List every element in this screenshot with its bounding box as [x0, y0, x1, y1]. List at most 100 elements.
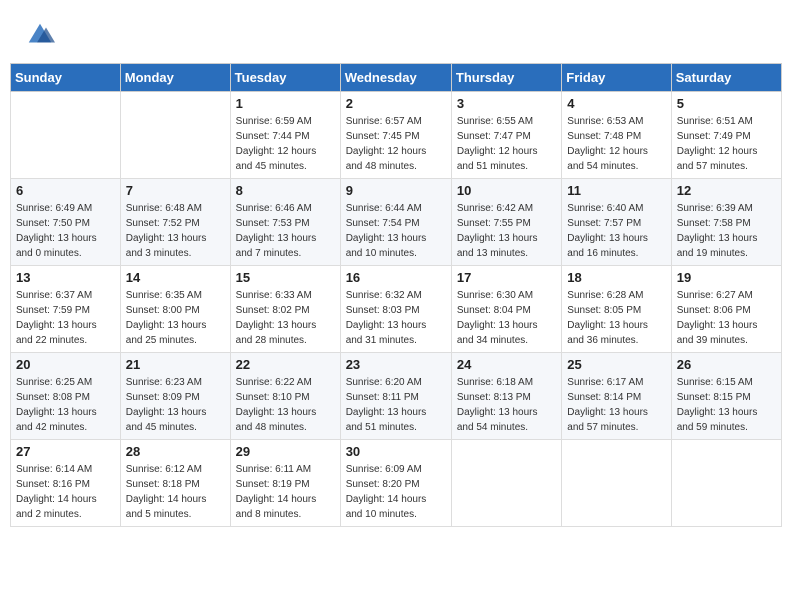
day-number: 4 — [567, 96, 665, 111]
day-info: Sunrise: 6:39 AM Sunset: 7:58 PM Dayligh… — [677, 201, 776, 261]
calendar-week-row: 27 Sunrise: 6:14 AM Sunset: 8:16 PM Dayli… — [11, 440, 782, 527]
calendar-cell: 17 Sunrise: 6:30 AM Sunset: 8:04 PM Dayli… — [451, 266, 561, 353]
day-info: Sunrise: 6:59 AM Sunset: 7:44 PM Dayligh… — [236, 114, 335, 174]
day-info: Sunrise: 6:23 AM Sunset: 8:09 PM Dayligh… — [126, 375, 225, 435]
weekday-header-friday: Friday — [562, 64, 671, 92]
day-number: 14 — [126, 270, 225, 285]
calendar-cell: 6 Sunrise: 6:49 AM Sunset: 7:50 PM Daylig… — [11, 179, 121, 266]
day-info: Sunrise: 6:57 AM Sunset: 7:45 PM Dayligh… — [346, 114, 446, 174]
calendar-cell: 14 Sunrise: 6:35 AM Sunset: 8:00 PM Dayli… — [120, 266, 230, 353]
day-number: 28 — [126, 444, 225, 459]
day-number: 5 — [677, 96, 776, 111]
weekday-header-wednesday: Wednesday — [340, 64, 451, 92]
calendar-cell: 8 Sunrise: 6:46 AM Sunset: 7:53 PM Daylig… — [230, 179, 340, 266]
day-number: 22 — [236, 357, 335, 372]
logo — [25, 20, 59, 50]
weekday-header-thursday: Thursday — [451, 64, 561, 92]
day-number: 3 — [457, 96, 556, 111]
day-number: 10 — [457, 183, 556, 198]
day-info: Sunrise: 6:14 AM Sunset: 8:16 PM Dayligh… — [16, 462, 115, 522]
weekday-header-sunday: Sunday — [11, 64, 121, 92]
calendar-cell: 2 Sunrise: 6:57 AM Sunset: 7:45 PM Daylig… — [340, 92, 451, 179]
day-number: 8 — [236, 183, 335, 198]
calendar-cell: 30 Sunrise: 6:09 AM Sunset: 8:20 PM Dayli… — [340, 440, 451, 527]
day-info: Sunrise: 6:25 AM Sunset: 8:08 PM Dayligh… — [16, 375, 115, 435]
day-info: Sunrise: 6:18 AM Sunset: 8:13 PM Dayligh… — [457, 375, 556, 435]
calendar-week-row: 20Sunrise: 6:25 AM Sunset: 8:08 PM Dayli… — [11, 353, 782, 440]
calendar-cell: 20Sunrise: 6:25 AM Sunset: 8:08 PM Dayli… — [11, 353, 121, 440]
calendar-cell: 3 Sunrise: 6:55 AM Sunset: 7:47 PM Daylig… — [451, 92, 561, 179]
day-info: Sunrise: 6:11 AM Sunset: 8:19 PM Dayligh… — [236, 462, 335, 522]
day-info: Sunrise: 6:28 AM Sunset: 8:05 PM Dayligh… — [567, 288, 665, 348]
day-number: 17 — [457, 270, 556, 285]
day-number: 11 — [567, 183, 665, 198]
day-number: 30 — [346, 444, 446, 459]
day-number: 15 — [236, 270, 335, 285]
calendar-cell: 12 Sunrise: 6:39 AM Sunset: 7:58 PM Dayli… — [671, 179, 781, 266]
header — [10, 10, 782, 55]
day-number: 21 — [126, 357, 225, 372]
day-number: 12 — [677, 183, 776, 198]
day-info: Sunrise: 6:09 AM Sunset: 8:20 PM Dayligh… — [346, 462, 446, 522]
day-number: 16 — [346, 270, 446, 285]
day-number: 2 — [346, 96, 446, 111]
day-number: 9 — [346, 183, 446, 198]
calendar-cell: 25 Sunrise: 6:17 AM Sunset: 8:14 PM Dayli… — [562, 353, 671, 440]
day-number: 7 — [126, 183, 225, 198]
calendar-cell: 4 Sunrise: 6:53 AM Sunset: 7:48 PM Daylig… — [562, 92, 671, 179]
calendar-cell: 19 Sunrise: 6:27 AM Sunset: 8:06 PM Dayli… — [671, 266, 781, 353]
day-info: Sunrise: 6:55 AM Sunset: 7:47 PM Dayligh… — [457, 114, 556, 174]
calendar-cell: 22Sunrise: 6:22 AM Sunset: 8:10 PM Dayli… — [230, 353, 340, 440]
calendar-week-row: 1 Sunrise: 6:59 AM Sunset: 7:44 PM Daylig… — [11, 92, 782, 179]
day-info: Sunrise: 6:46 AM Sunset: 7:53 PM Dayligh… — [236, 201, 335, 261]
day-number: 18 — [567, 270, 665, 285]
day-number: 29 — [236, 444, 335, 459]
day-info: Sunrise: 6:30 AM Sunset: 8:04 PM Dayligh… — [457, 288, 556, 348]
calendar-table: SundayMondayTuesdayWednesdayThursdayFrid… — [10, 63, 782, 527]
calendar-cell: 28Sunrise: 6:12 AM Sunset: 8:18 PM Dayli… — [120, 440, 230, 527]
day-info: Sunrise: 6:27 AM Sunset: 8:06 PM Dayligh… — [677, 288, 776, 348]
day-info: Sunrise: 6:37 AM Sunset: 7:59 PM Dayligh… — [16, 288, 115, 348]
calendar-cell: 21 Sunrise: 6:23 AM Sunset: 8:09 PM Dayli… — [120, 353, 230, 440]
day-number: 25 — [567, 357, 665, 372]
day-info: Sunrise: 6:42 AM Sunset: 7:55 PM Dayligh… — [457, 201, 556, 261]
day-info: Sunrise: 6:33 AM Sunset: 8:02 PM Dayligh… — [236, 288, 335, 348]
day-info: Sunrise: 6:48 AM Sunset: 7:52 PM Dayligh… — [126, 201, 225, 261]
calendar-cell: 5 Sunrise: 6:51 AM Sunset: 7:49 PM Daylig… — [671, 92, 781, 179]
day-info: Sunrise: 6:51 AM Sunset: 7:49 PM Dayligh… — [677, 114, 776, 174]
calendar-cell: 16 Sunrise: 6:32 AM Sunset: 8:03 PM Dayli… — [340, 266, 451, 353]
day-info: Sunrise: 6:20 AM Sunset: 8:11 PM Dayligh… — [346, 375, 446, 435]
weekday-header-monday: Monday — [120, 64, 230, 92]
day-number: 26 — [677, 357, 776, 372]
day-info: Sunrise: 6:49 AM Sunset: 7:50 PM Dayligh… — [16, 201, 115, 261]
day-number: 23 — [346, 357, 446, 372]
calendar-cell: 18 Sunrise: 6:28 AM Sunset: 8:05 PM Dayli… — [562, 266, 671, 353]
day-number: 1 — [236, 96, 335, 111]
weekday-header-saturday: Saturday — [671, 64, 781, 92]
day-info: Sunrise: 6:35 AM Sunset: 8:00 PM Dayligh… — [126, 288, 225, 348]
day-number: 27 — [16, 444, 115, 459]
day-info: Sunrise: 6:53 AM Sunset: 7:48 PM Dayligh… — [567, 114, 665, 174]
calendar-cell: 13 Sunrise: 6:37 AM Sunset: 7:59 PM Dayli… — [11, 266, 121, 353]
calendar-cell — [120, 92, 230, 179]
calendar-cell — [451, 440, 561, 527]
calendar-cell: 26Sunrise: 6:15 AM Sunset: 8:15 PM Dayli… — [671, 353, 781, 440]
day-number: 6 — [16, 183, 115, 198]
day-info: Sunrise: 6:17 AM Sunset: 8:14 PM Dayligh… — [567, 375, 665, 435]
day-number: 19 — [677, 270, 776, 285]
calendar-cell — [11, 92, 121, 179]
calendar-cell: 23 Sunrise: 6:20 AM Sunset: 8:11 PM Dayli… — [340, 353, 451, 440]
calendar-cell: 27 Sunrise: 6:14 AM Sunset: 8:16 PM Dayli… — [11, 440, 121, 527]
day-info: Sunrise: 6:32 AM Sunset: 8:03 PM Dayligh… — [346, 288, 446, 348]
calendar-cell: 10 Sunrise: 6:42 AM Sunset: 7:55 PM Dayli… — [451, 179, 561, 266]
calendar-cell: 24 Sunrise: 6:18 AM Sunset: 8:13 PM Dayli… — [451, 353, 561, 440]
day-info: Sunrise: 6:44 AM Sunset: 7:54 PM Dayligh… — [346, 201, 446, 261]
day-number: 13 — [16, 270, 115, 285]
weekday-header-tuesday: Tuesday — [230, 64, 340, 92]
day-number: 24 — [457, 357, 556, 372]
calendar-header-row: SundayMondayTuesdayWednesdayThursdayFrid… — [11, 64, 782, 92]
calendar-cell: 11 Sunrise: 6:40 AM Sunset: 7:57 PM Dayli… — [562, 179, 671, 266]
day-info: Sunrise: 6:40 AM Sunset: 7:57 PM Dayligh… — [567, 201, 665, 261]
calendar-cell: 15 Sunrise: 6:33 AM Sunset: 8:02 PM Dayli… — [230, 266, 340, 353]
calendar-week-row: 6 Sunrise: 6:49 AM Sunset: 7:50 PM Daylig… — [11, 179, 782, 266]
